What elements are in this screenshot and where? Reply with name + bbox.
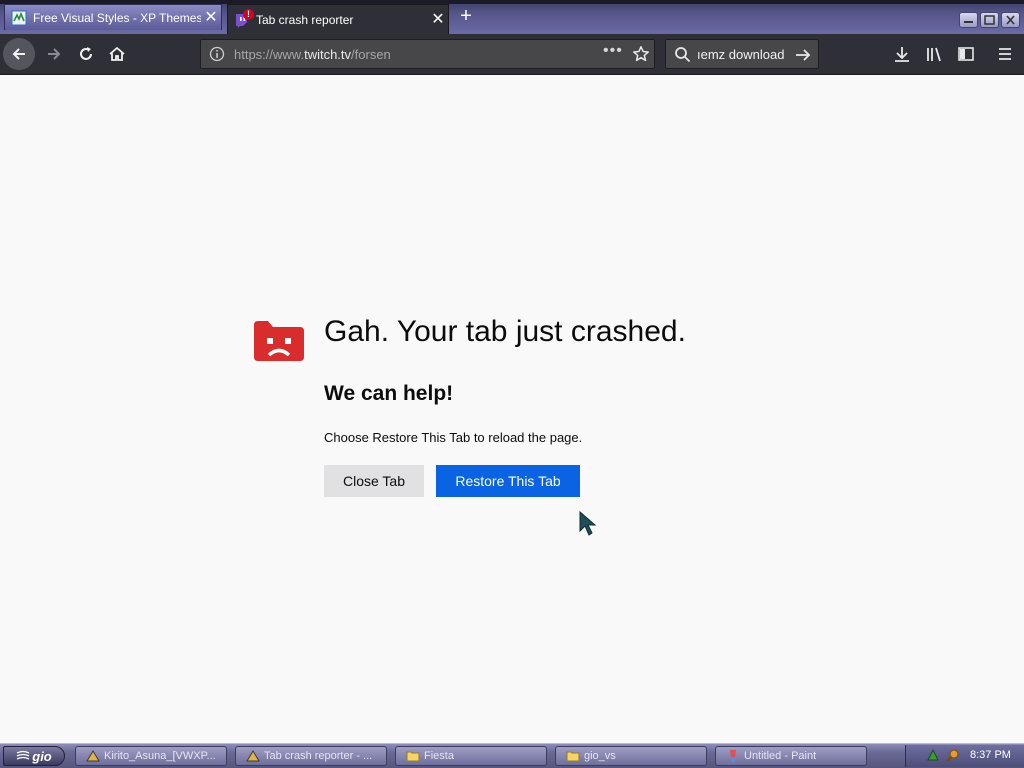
bookmark-star-icon[interactable] bbox=[632, 45, 650, 68]
maximize-icon[interactable] bbox=[980, 12, 999, 28]
minimize-icon[interactable] bbox=[959, 12, 978, 28]
crash-title: Gah. Your tab just crashed. bbox=[324, 315, 686, 348]
network-icon[interactable] bbox=[926, 748, 940, 762]
tab-close-icon[interactable]: ✕ bbox=[201, 8, 221, 28]
home-icon bbox=[109, 46, 125, 61]
kirito-icon bbox=[86, 750, 100, 762]
taskbar: gio Kirito_Asuna_[VWXP... Tab crash repo… bbox=[0, 743, 1024, 768]
crash-subtitle: We can help! bbox=[324, 382, 454, 405]
taskbar-item-tab-crash-reporter[interactable]: Tab crash reporter - ... bbox=[235, 746, 387, 766]
close-icon[interactable] bbox=[1001, 12, 1020, 28]
taskbar-item-label: Tab crash reporter - ... bbox=[264, 750, 373, 762]
crash-page: Gah. Your tab just crashed. We can help!… bbox=[0, 75, 1024, 743]
folder-icon bbox=[406, 751, 420, 762]
window-controls bbox=[959, 12, 1020, 28]
system-tray: 8:37 PM bbox=[905, 745, 1024, 767]
tab-strip: Free Visual Styles - XP Themes - Fr ✕ ! … bbox=[0, 0, 1024, 34]
home-button[interactable] bbox=[101, 38, 133, 70]
forward-arrow-icon bbox=[48, 48, 61, 60]
taskbar-item-label: Untitled - Paint bbox=[744, 750, 817, 762]
search-input[interactable]: ıemz download bbox=[697, 47, 792, 62]
taskbar-item-label: Kirito_Asuna_[VWXP... bbox=[104, 750, 216, 762]
taskbar-item-fiesta[interactable]: Fiesta bbox=[395, 746, 547, 766]
back-button[interactable] bbox=[3, 38, 35, 70]
reload-icon bbox=[80, 47, 92, 60]
back-arrow-icon bbox=[12, 48, 25, 60]
crash-description: Choose Restore This Tab to reload the pa… bbox=[324, 430, 583, 445]
library-icon[interactable] bbox=[924, 44, 944, 64]
url-path: /forsen bbox=[351, 47, 391, 62]
reload-button[interactable] bbox=[70, 38, 102, 70]
xp-themes-favicon bbox=[11, 10, 27, 26]
tab-title: Tab crash reporter bbox=[256, 12, 354, 27]
folder-icon bbox=[566, 751, 580, 762]
url-text: https://www.twitch.tv/forsen bbox=[234, 47, 391, 62]
close-tab-button[interactable]: Close Tab bbox=[324, 465, 424, 497]
forward-button[interactable] bbox=[38, 38, 70, 70]
taskbar-item-gio-vs[interactable]: gio_vs bbox=[555, 746, 707, 766]
url-bar[interactable]: https://www.twitch.tv/forsen ••• bbox=[200, 39, 655, 69]
taskbar-item-label: Fiesta bbox=[424, 750, 454, 762]
twitch-crash-favicon: ! bbox=[234, 8, 254, 28]
navigation-toolbar: https://www.twitch.tv/forsen ••• ıemz do… bbox=[0, 34, 1024, 75]
mouse-pointer-icon bbox=[579, 510, 599, 542]
page-actions-icon[interactable]: ••• bbox=[603, 42, 623, 60]
sidebar-toggle-icon[interactable] bbox=[956, 44, 976, 64]
search-go-arrow-icon[interactable] bbox=[794, 46, 812, 69]
tab-crash-reporter[interactable]: ! Tab crash reporter ✕ bbox=[227, 4, 449, 34]
crash-badge: ! bbox=[243, 8, 254, 20]
downloads-icon[interactable] bbox=[892, 44, 912, 64]
taskbar-item-paint[interactable]: Untitled - Paint bbox=[715, 746, 867, 766]
menu-icon[interactable] bbox=[995, 44, 1015, 64]
search-bar[interactable]: ıemz download bbox=[665, 39, 819, 69]
sad-folder-crash-icon bbox=[254, 319, 304, 366]
taskbar-item-label: gio_vs bbox=[584, 750, 616, 762]
start-logo-icon bbox=[16, 750, 30, 760]
taskbar-clock: 8:37 PM bbox=[970, 749, 1011, 761]
new-tab-button[interactable]: + bbox=[455, 4, 477, 28]
url-domain: twitch.tv bbox=[304, 47, 352, 62]
start-label: gio bbox=[32, 748, 52, 764]
restore-tab-button[interactable]: Restore This Tab bbox=[436, 465, 580, 497]
firefox-icon bbox=[246, 750, 260, 762]
search-icon bbox=[674, 46, 691, 68]
paint-icon bbox=[730, 750, 736, 762]
start-button[interactable]: gio bbox=[3, 746, 65, 766]
tab-close-icon[interactable]: ✕ bbox=[428, 10, 448, 30]
url-prefix: https://www. bbox=[234, 47, 305, 62]
site-info-icon[interactable] bbox=[209, 46, 225, 67]
tab-title: Free Visual Styles - XP Themes - Fr bbox=[33, 10, 201, 25]
taskbar-item-kirito[interactable]: Kirito_Asuna_[VWXP... bbox=[75, 746, 227, 766]
magnifier-tray-icon[interactable] bbox=[946, 748, 960, 762]
tab-free-visual-styles[interactable]: Free Visual Styles - XP Themes - Fr ✕ bbox=[4, 4, 222, 30]
